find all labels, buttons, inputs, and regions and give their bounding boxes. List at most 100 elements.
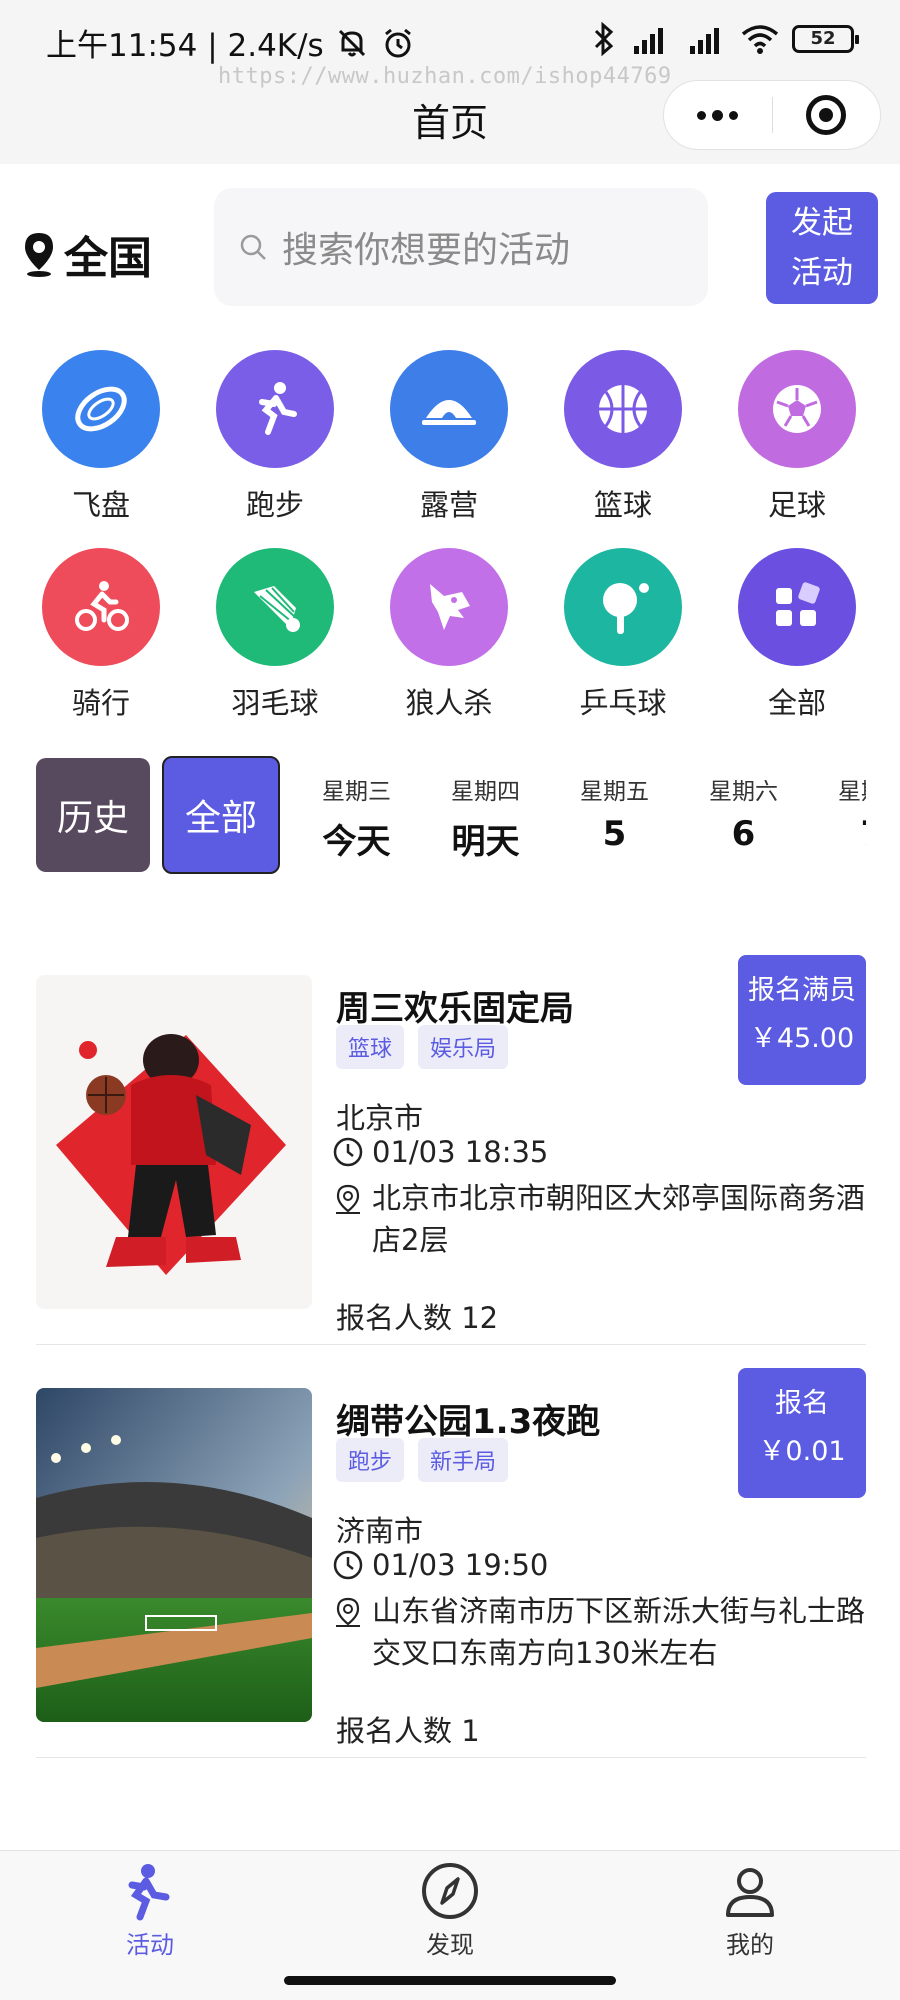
category-running[interactable]: 跑步 — [188, 350, 362, 524]
tab-label: 发现 — [426, 1931, 474, 1959]
alarm-icon — [384, 28, 411, 57]
activity-address: 山东省济南市历下区新泺大街与礼士路交叉口东南方向130米左右 — [372, 1594, 866, 1670]
search-icon — [240, 234, 266, 260]
status-left: 上午11:54 | 2.4K/s — [46, 20, 416, 65]
activity-tag: 跑步 — [336, 1438, 405, 1482]
map-pin-icon — [336, 1184, 360, 1214]
basketball-icon — [564, 350, 682, 468]
cycling-icon — [42, 548, 160, 666]
werewolf-icon — [390, 548, 508, 666]
activity-title: 周三欢乐固定局 — [336, 989, 574, 1029]
launch-activity-button[interactable]: 发起 活动 — [766, 192, 878, 304]
day-weekday: 星期四 — [451, 779, 520, 805]
day-date: 7 — [808, 814, 866, 854]
map-pin-icon — [336, 1597, 360, 1627]
history-filter-button[interactable]: 历史 — [36, 758, 150, 872]
activity-time: 01/03 18:35 — [372, 1135, 549, 1169]
signup-button[interactable]: 报名 ￥0.01 — [738, 1368, 866, 1498]
activity-tags: 篮球 娱乐局 — [336, 1025, 509, 1069]
category-label: 狼人杀 — [405, 686, 493, 720]
day-item-5[interactable]: 星期五 5 — [550, 772, 679, 854]
more-button[interactable] — [664, 80, 772, 150]
launch-label-line1: 发起 — [791, 205, 853, 241]
user-icon — [726, 1868, 774, 1917]
launch-label-line2: 活动 — [791, 255, 853, 291]
category-cycling[interactable]: 骑行 — [14, 548, 188, 722]
category-ping-pong[interactable]: 乒乓球 — [536, 548, 710, 722]
day-date: 明天 — [451, 822, 520, 862]
activity-tag: 娱乐局 — [418, 1025, 509, 1069]
battery-indicator: 52 — [792, 25, 859, 53]
signup-status: 报名满员 — [748, 975, 856, 1006]
category-badminton[interactable]: 羽毛球 — [188, 548, 362, 722]
close-program-button[interactable] — [772, 80, 880, 150]
location-pin-icon — [25, 233, 53, 277]
tent-icon — [390, 350, 508, 468]
compass-icon — [422, 1863, 478, 1919]
activity-card[interactable]: 周三欢乐固定局 篮球 娱乐局 北京市 01/03 18:35 北京市北京市朝阳区… — [36, 955, 866, 1345]
category-label: 羽毛球 — [231, 686, 319, 720]
category-soccer[interactable]: 足球 — [710, 350, 884, 524]
activity-title: 绸带公园1.3夜跑 — [336, 1402, 601, 1442]
category-werewolf[interactable]: 狼人杀 — [362, 548, 536, 722]
signup-status: 报名 — [775, 1388, 829, 1419]
activity-time: 01/03 19:50 — [372, 1548, 549, 1582]
category-label: 全部 — [767, 686, 826, 720]
day-date: 5 — [602, 814, 627, 854]
activity-signup-count: 报名人数 1 — [336, 1714, 480, 1748]
category-label: 骑行 — [71, 686, 130, 720]
activity-tag: 新手局 — [418, 1438, 509, 1482]
activity-tag: 篮球 — [336, 1025, 405, 1069]
day-selector: 星期三 今天 星期四 明天 星期五 5 星期六 6 星期日 7 — [292, 772, 866, 872]
category-label: 足球 — [767, 488, 826, 522]
activity-city: 北京市 — [336, 1101, 424, 1135]
day-weekday: 星期六 — [709, 779, 778, 805]
tab-profile[interactable]: 我的 — [650, 1861, 850, 1960]
day-item-7[interactable]: 星期日 7 — [808, 772, 866, 854]
day-item-6[interactable]: 星期六 6 — [679, 772, 808, 854]
category-grid: 飞盘 跑步 露营 篮球 足球 骑行 羽毛球 狼人杀 乒乓球 全部 — [14, 350, 894, 722]
notifications-off-icon — [338, 29, 365, 56]
category-basketball[interactable]: 篮球 — [536, 350, 710, 524]
clock-icon — [333, 1137, 363, 1167]
location-selector[interactable]: 全国 — [22, 222, 152, 286]
day-date: 6 — [731, 814, 756, 854]
signal-icon — [634, 28, 663, 54]
signup-button[interactable]: 报名满员 ￥45.00 — [738, 955, 866, 1085]
day-date: 今天 — [322, 822, 391, 862]
activity-time-row: 01/03 18:35 — [332, 1135, 548, 1169]
activity-signup-count: 报名人数 12 — [336, 1301, 499, 1335]
signup-price: ￥0.01 — [758, 1436, 846, 1467]
search-input[interactable]: 搜索你想要的活动 — [214, 188, 708, 306]
activity-card[interactable]: 绸带公园1.3夜跑 跑步 新手局 济南市 01/03 19:50 山东省济南市历… — [36, 1368, 866, 1758]
activity-address-row: 山东省济南市历下区新泺大街与礼士路交叉口东南方向130米左右 — [332, 1590, 872, 1674]
running-icon — [216, 350, 334, 468]
category-frisbee[interactable]: 飞盘 — [14, 350, 188, 524]
category-label: 飞盘 — [71, 488, 130, 522]
category-label: 篮球 — [593, 488, 652, 522]
home-indicator[interactable] — [284, 1976, 616, 1985]
ping-pong-icon — [564, 548, 682, 666]
activity-image-stadium — [36, 1388, 312, 1722]
wifi-icon — [741, 25, 779, 54]
day-weekday: 星期五 — [580, 779, 649, 805]
tab-label: 活动 — [126, 1931, 174, 1959]
category-camping[interactable]: 露营 — [362, 350, 536, 524]
day-item-tomorrow[interactable]: 星期四 明天 — [421, 772, 550, 863]
category-label: 跑步 — [245, 488, 304, 522]
category-label: 乒乓球 — [579, 686, 667, 720]
day-item-today[interactable]: 星期三 今天 — [292, 772, 421, 863]
status-time-speed: 上午11:54 | 2.4K/s — [46, 28, 324, 64]
all-filter-button[interactable]: 全部 — [162, 756, 280, 874]
more-dots-icon — [697, 109, 739, 121]
tab-discover[interactable]: 发现 — [350, 1861, 550, 1960]
activity-image-basketball-player — [36, 975, 312, 1309]
target-icon — [806, 95, 847, 135]
top-bar: 上午11:54 | 2.4K/s 52 https://www.huzhan.c… — [0, 0, 900, 164]
activity-city: 济南市 — [336, 1514, 424, 1548]
category-all[interactable]: 全部 — [710, 548, 884, 722]
activity-address-row: 北京市北京市朝阳区大郊亭国际商务酒店2层 — [332, 1177, 872, 1261]
tab-activity[interactable]: 活动 — [50, 1861, 250, 1960]
activity-time-row: 01/03 19:50 — [332, 1548, 548, 1582]
search-placeholder: 搜索你想要的活动 — [282, 230, 571, 271]
